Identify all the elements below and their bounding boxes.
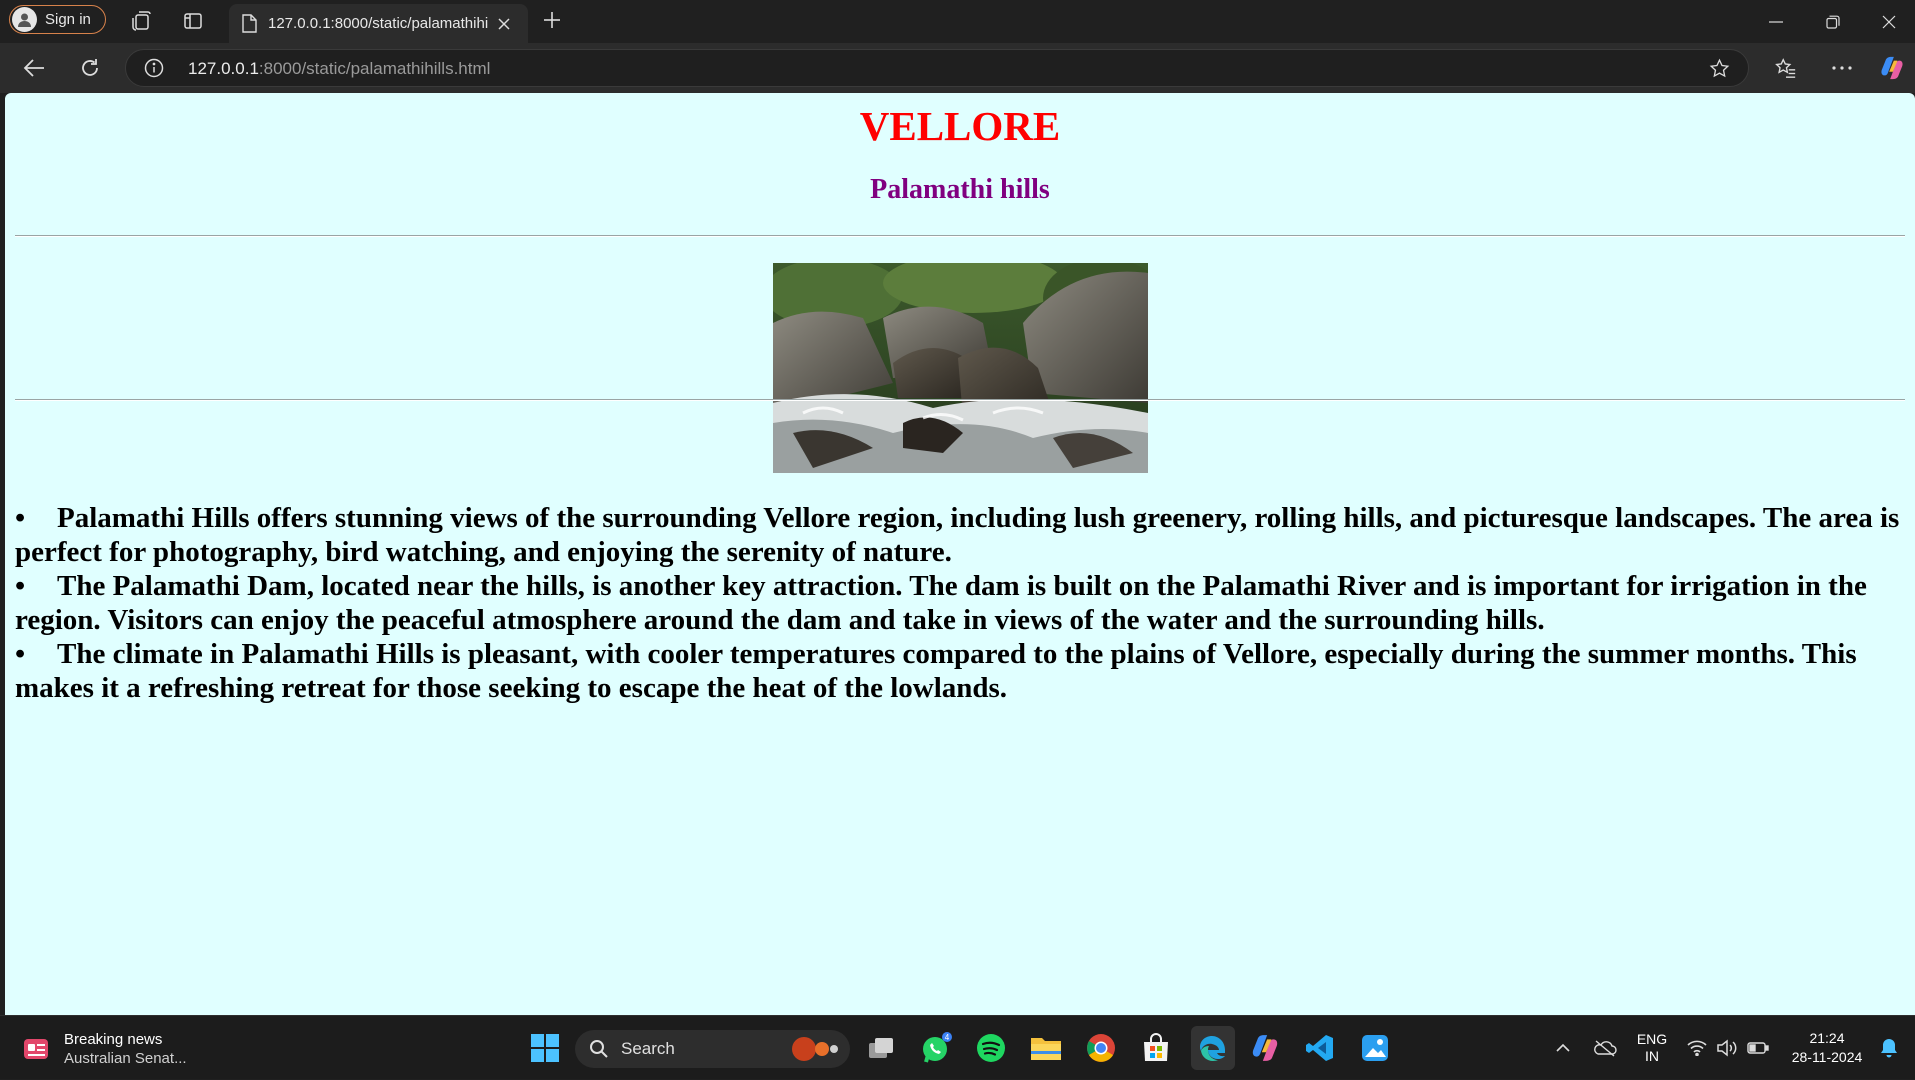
restore-icon[interactable]: [1810, 8, 1856, 36]
url-text[interactable]: 127.0.0.1:8000/static/palamathihills.htm…: [188, 59, 490, 79]
sign-in-button[interactable]: Sign in: [9, 5, 106, 34]
tab-palamathi-hills[interactable]: 127.0.0.1:8000/static/palamathihills.htm…: [229, 4, 528, 43]
wifi-icon[interactable]: [1685, 1016, 1709, 1080]
horizontal-rule-bottom: [15, 399, 1905, 401]
language-line1: ENG: [1636, 1031, 1668, 1047]
navigation-bar: 127.0.0.1:8000/static/palamathihills.htm…: [0, 43, 1915, 93]
reload-icon[interactable]: [77, 55, 103, 81]
taskbar: Breaking news Australian Senat... Search…: [0, 1015, 1915, 1079]
bullet-marker: •: [15, 502, 26, 534]
profile-avatar-icon: [12, 7, 37, 32]
sign-in-label: Sign in: [45, 11, 91, 28]
list-item-text: The climate in Palamathi Hills is pleasa…: [15, 638, 1857, 704]
search-label: Search: [621, 1039, 675, 1058]
search-icon: [589, 1039, 609, 1059]
taskbar-search[interactable]: Search: [575, 1030, 850, 1068]
vscode-icon[interactable]: [1302, 1030, 1338, 1066]
microsoft-store-icon[interactable]: [1138, 1030, 1174, 1066]
new-tab-icon[interactable]: [540, 8, 564, 32]
whatsapp-icon[interactable]: 4: [918, 1030, 954, 1066]
news-title: Breaking news: [64, 1031, 163, 1048]
notification-bell-icon[interactable]: [1877, 1016, 1901, 1080]
address-bar[interactable]: 127.0.0.1:8000/static/palamathihills.htm…: [125, 49, 1749, 87]
site-info-icon[interactable]: [144, 58, 164, 78]
news-subtitle: Australian Senat...: [64, 1050, 187, 1067]
battery-icon[interactable]: [1745, 1016, 1771, 1080]
list-item-text: The Palamathi Dam, located near the hill…: [15, 570, 1867, 636]
close-tab-icon[interactable]: [498, 17, 510, 30]
chrome-icon[interactable]: [1083, 1030, 1119, 1066]
spotify-icon[interactable]: [973, 1030, 1009, 1066]
page-icon: [241, 14, 257, 33]
language-line2: IN: [1645, 1048, 1659, 1064]
favorite-star-icon[interactable]: [1709, 58, 1730, 79]
list-item: • The Palamathi Dam, located near the hil…: [15, 569, 1905, 637]
page-subtitle: Palamathi hills: [870, 174, 1050, 205]
clock-time: 21:24: [1809, 1030, 1845, 1046]
news-text: Breaking news Australian Senat...: [64, 1030, 187, 1068]
clock[interactable]: 21:24 28-11-2024: [1782, 1016, 1872, 1080]
favorites-icon[interactable]: [1773, 55, 1799, 81]
page-title: VELLORE: [859, 103, 1061, 149]
page-viewport: VELLORE Palamathi hills • Palamathi Hill…: [5, 93, 1915, 1015]
list-item: • The climate in Palamathi Hills is pleas…: [15, 637, 1905, 705]
onedrive-offline-icon[interactable]: [1591, 1016, 1619, 1080]
photos-app-icon[interactable]: [1357, 1030, 1393, 1066]
file-explorer-icon[interactable]: [1028, 1030, 1064, 1066]
horizontal-rule-top: [15, 235, 1905, 237]
vertical-tabs-icon[interactable]: [181, 9, 205, 33]
url-path: :8000/static/palamathihills.html: [258, 59, 491, 78]
copilot-icon[interactable]: [1879, 55, 1905, 81]
workspaces-icon[interactable]: [129, 9, 153, 33]
more-options-icon[interactable]: [1829, 55, 1855, 81]
news-icon: [22, 1035, 52, 1063]
edge-icon[interactable]: [1191, 1026, 1235, 1070]
title-bar: Sign in 127.0.0.1:8000/static/palamathih…: [0, 0, 1915, 43]
show-hidden-icons-chevron-icon[interactable]: [1551, 1016, 1575, 1080]
close-window-icon[interactable]: [1866, 8, 1912, 36]
bullet-marker: •: [15, 570, 26, 602]
whatsapp-badge: 4: [945, 1033, 950, 1042]
task-view-icon[interactable]: [863, 1030, 899, 1066]
clock-date: 28-11-2024: [1791, 1049, 1863, 1065]
search-highlight-icon: [784, 1034, 840, 1064]
info-list: • Palamathi Hills offers stunning views o…: [15, 501, 1905, 705]
url-host: 127.0.0.1: [188, 59, 259, 78]
palamathi-hills-photo: [773, 263, 1148, 473]
volume-icon[interactable]: [1714, 1016, 1740, 1080]
copilot-app-icon[interactable]: [1247, 1030, 1283, 1066]
news-widget[interactable]: Breaking news Australian Senat...: [22, 1030, 187, 1068]
minimize-icon[interactable]: [1753, 8, 1799, 36]
bullet-marker: •: [15, 638, 26, 670]
start-windows-icon[interactable]: [527, 1030, 563, 1066]
tab-title: 127.0.0.1:8000/static/palamathihills.htm…: [268, 15, 488, 32]
language-indicator[interactable]: ENG IN: [1630, 1016, 1674, 1080]
list-item: • Palamathi Hills offers stunning views o…: [15, 501, 1905, 569]
back-arrow-icon[interactable]: [21, 55, 47, 81]
list-item-text: Palamathi Hills offers stunning views of…: [15, 502, 1900, 568]
